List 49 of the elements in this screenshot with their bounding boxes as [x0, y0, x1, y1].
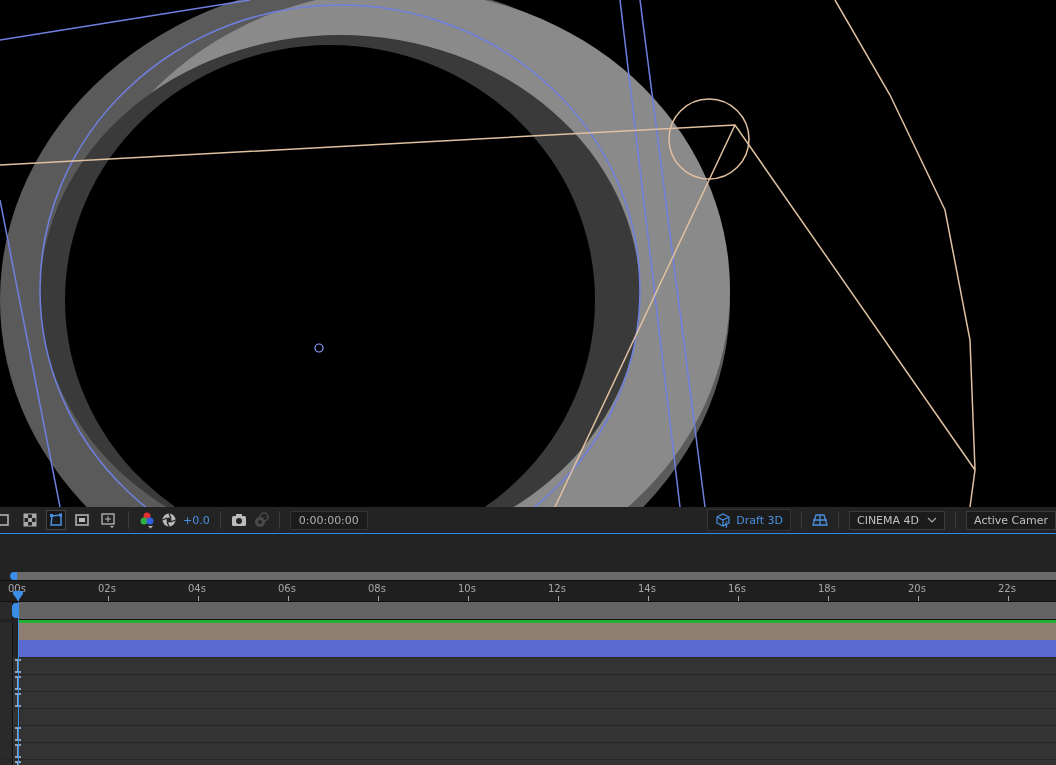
exposure-value[interactable]: +0.0 — [183, 513, 210, 527]
tick-mark — [648, 596, 649, 601]
tick-mark — [468, 596, 469, 601]
ground-plane-icon[interactable] — [811, 513, 828, 527]
view-toggle-button[interactable] — [20, 510, 40, 530]
tick-label: 10s — [458, 583, 476, 594]
tick-label: 12s — [548, 583, 566, 594]
region-icon — [74, 512, 90, 528]
tick-label: 18s — [818, 583, 836, 594]
aperture-icon[interactable] — [161, 512, 177, 528]
playhead-handle-icon[interactable] — [12, 590, 24, 602]
tick-mark — [288, 596, 289, 601]
tick-mark — [918, 596, 919, 601]
tick-label: 22s — [998, 583, 1016, 594]
tick-mark — [1008, 596, 1009, 601]
tick-mark — [378, 596, 379, 601]
draft-3d-button[interactable]: Draft 3D — [707, 509, 791, 531]
mask-path-icon — [48, 512, 64, 528]
tick-mark — [198, 596, 199, 601]
keyframe-marker-icon[interactable] — [14, 727, 22, 741]
keyframe-marker-icon[interactable] — [14, 659, 22, 673]
tick-label: 08s — [368, 583, 386, 594]
keyframe-marker-icon[interactable] — [14, 744, 22, 758]
keyframe-marker-icon[interactable] — [14, 676, 22, 690]
tick-mark — [108, 596, 109, 601]
work-area-start-handle[interactable] — [10, 572, 17, 580]
tick-label: 06s — [278, 583, 296, 594]
keyframe-marker-icon[interactable] — [14, 693, 22, 707]
tick-label: 14s — [638, 583, 656, 594]
viewer-button-icon — [0, 512, 12, 528]
tick-mark — [828, 596, 829, 601]
tick-label: 02s — [98, 583, 116, 594]
tick-label: 20s — [908, 583, 926, 594]
tick-mark — [738, 596, 739, 601]
color-channels-icon[interactable] — [139, 511, 155, 529]
in-point-handle[interactable] — [12, 603, 18, 618]
chevron-down-icon — [927, 516, 938, 524]
tick-label: 04s — [188, 583, 206, 594]
renderer-dropdown[interactable]: CINEMA 4D — [848, 510, 946, 530]
view-dropdown[interactable]: Active Camer — [966, 510, 1056, 530]
cube-icon — [715, 512, 732, 528]
view-toggle-button[interactable] — [46, 510, 66, 530]
view-toggle-button[interactable] — [98, 510, 118, 530]
grid-guides-icon — [100, 512, 116, 528]
camera-icon[interactable] — [230, 513, 247, 527]
transparency-grid-icon — [22, 512, 38, 528]
timecode-field[interactable]: 0:00:00:00 — [289, 510, 368, 530]
tick-label: 16s — [728, 583, 746, 594]
tick-mark — [558, 596, 559, 601]
